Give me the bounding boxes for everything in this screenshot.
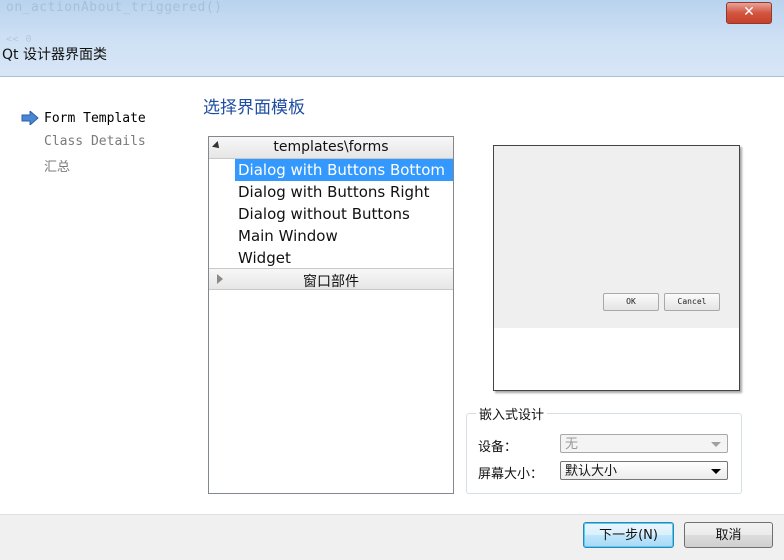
step-summary: 汇总 [44, 160, 71, 175]
step-form-template: Form Template [44, 111, 146, 126]
title-bar: on_actionAbout_triggered() << 0 Qt 设计器界面… [0, 0, 784, 77]
preview-ok-button: OK [603, 293, 659, 311]
preview-cancel-button: Cancel [664, 293, 720, 311]
window-title: Qt 设计器界面类 [2, 47, 107, 63]
template-item-dialog-buttons-right[interactable]: Dialog with Buttons Right [235, 181, 453, 203]
preview-dialog: OK Cancel [494, 146, 739, 328]
embedded-design-title: 嵌入式设计 [476, 404, 548, 423]
device-select-value: 无 [565, 437, 579, 452]
template-item-widget[interactable]: Widget [235, 247, 453, 269]
device-select[interactable]: 无 [560, 434, 728, 453]
template-tree[interactable]: templates\forms Dialog with Buttons Bott… [208, 136, 454, 494]
tree-group-label: 窗口部件 [303, 274, 359, 290]
background-code-line-1: on_actionAbout_triggered() [6, 0, 223, 15]
template-preview: OK Cancel [493, 145, 740, 391]
step-class-details: Class Details [44, 134, 146, 149]
device-label: 设备： [478, 440, 518, 455]
screen-size-select-value: 默认大小 [565, 464, 618, 479]
screen-size-select[interactable]: 默认大小 [560, 461, 728, 480]
chevron-down-icon [711, 469, 721, 474]
screen-size-label: 屏幕大小： [478, 467, 544, 482]
next-button[interactable]: 下一步(N) [583, 522, 674, 548]
tree-group-templates-forms[interactable]: templates\forms [209, 137, 453, 159]
page-title: 选择界面模板 [203, 98, 305, 118]
chevron-down-icon [711, 442, 721, 447]
cancel-button[interactable]: 取消 [684, 522, 773, 548]
current-step-arrow-icon [21, 111, 39, 125]
close-button[interactable]: ✕ [726, 2, 772, 24]
tree-group-widgets[interactable]: 窗口部件 [209, 268, 453, 290]
template-item-dialog-without-buttons[interactable]: Dialog without Buttons [235, 203, 453, 225]
tree-group-label: templates\forms [273, 139, 389, 155]
template-item-main-window[interactable]: Main Window [235, 225, 453, 247]
template-item-dialog-buttons-bottom[interactable]: Dialog with Buttons Bottom [235, 159, 453, 181]
